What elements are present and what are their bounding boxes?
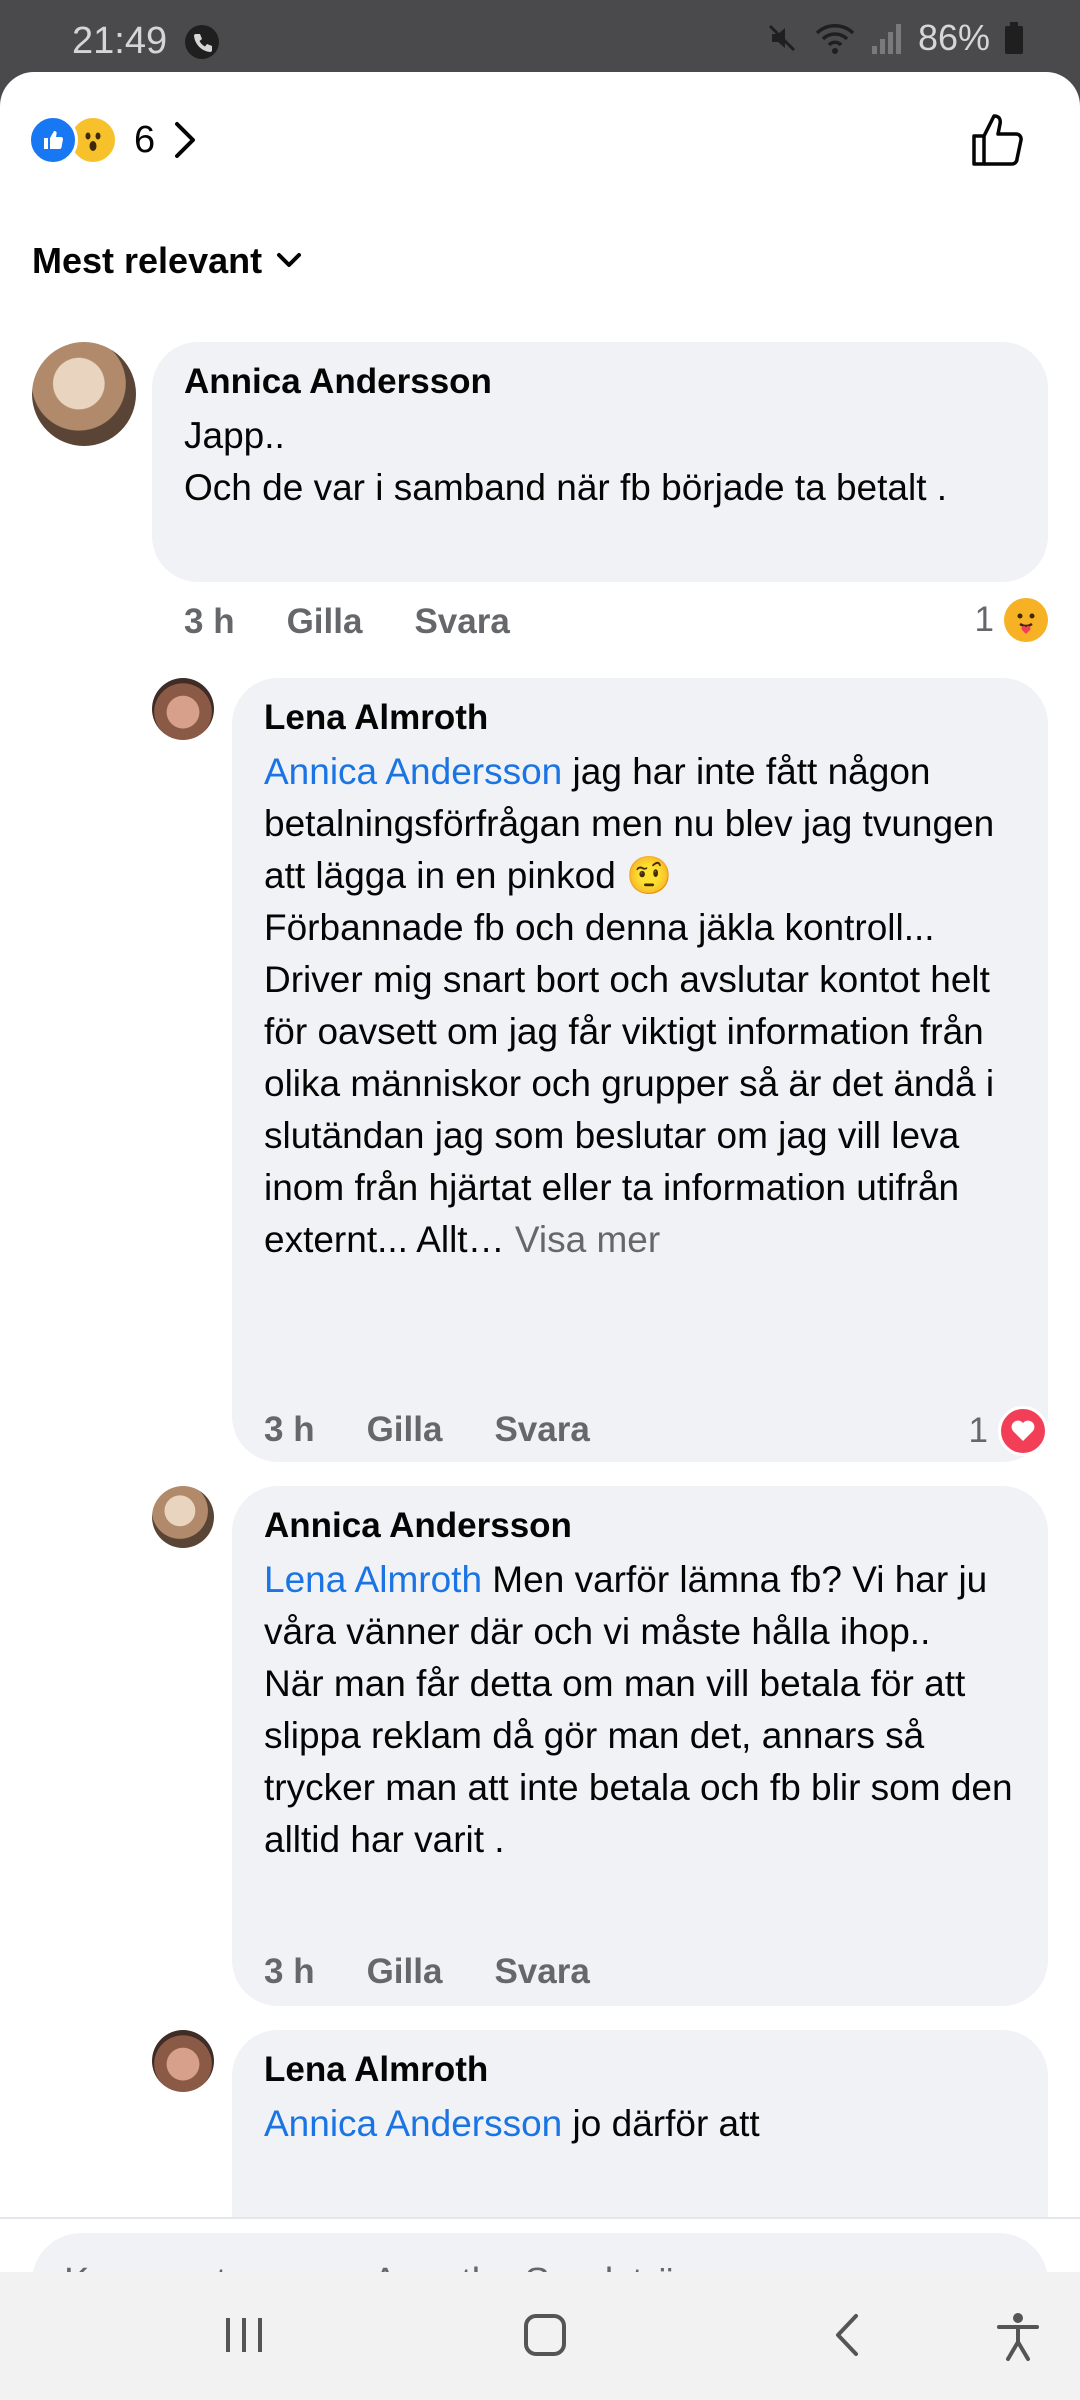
avatar[interactable] xyxy=(152,1486,214,1548)
comment-text: Annica Andersson jo därför att xyxy=(264,2098,1016,2150)
system-nav-bar xyxy=(0,2272,1080,2400)
battery-percent: 86% xyxy=(917,17,990,58)
reaction-count: 1 xyxy=(974,600,994,639)
comment-author[interactable]: Lena Almroth xyxy=(264,2050,1016,2090)
comment-actions: 3 h Gilla Svara xyxy=(184,602,510,642)
comment-reactions[interactable]: 1 xyxy=(975,598,1048,642)
comment-input[interactable]: Kommentera som Agnetha Sandström xyxy=(32,2233,1048,2272)
mention-link[interactable]: Annica Andersson xyxy=(264,2103,562,2144)
home-icon[interactable] xyxy=(522,2312,568,2358)
status-bar: 21:49 86% xyxy=(0,0,1080,72)
comment-actions: 3 h Gilla Svara xyxy=(264,1410,590,1450)
sort-dropdown[interactable]: Mest relevant xyxy=(32,240,302,282)
mention-link[interactable]: Lena Almroth xyxy=(264,1559,482,1600)
comments-sheet: 6 Mest relevant Annica Andersson Japp.. … xyxy=(0,72,1080,2272)
chevron-down-icon xyxy=(277,253,302,267)
comment-body: jag har inte fått någon betalningsförfrå… xyxy=(264,751,995,1260)
recent-apps-icon[interactable] xyxy=(222,2312,266,2358)
back-icon[interactable] xyxy=(832,2312,862,2358)
battery-icon xyxy=(1005,22,1023,54)
comment-actions: 3 h Gilla Svara xyxy=(264,1952,590,1992)
comment-author[interactable]: Annica Andersson xyxy=(264,1506,1016,1546)
chevron-right-icon xyxy=(175,122,196,158)
status-icons: 86% xyxy=(764,17,1024,58)
comment-author[interactable]: Lena Almroth xyxy=(264,698,1016,738)
comment-input-placeholder: Kommentera som Agnetha Sandström xyxy=(64,2261,708,2273)
signal-icon xyxy=(871,24,901,54)
avatar[interactable] xyxy=(152,2030,214,2092)
comment-author[interactable]: Annica Andersson xyxy=(184,362,1016,402)
status-time: 21:49 xyxy=(72,20,168,62)
reply-button[interactable]: Svara xyxy=(494,1952,589,1992)
reply-button[interactable]: Svara xyxy=(414,602,509,642)
reply-button[interactable]: Svara xyxy=(494,1410,589,1450)
mute-icon xyxy=(768,24,795,52)
like-button[interactable]: Gilla xyxy=(367,1952,443,1992)
like-thumb-icon[interactable] xyxy=(968,110,1028,170)
reactions-summary[interactable]: 6 xyxy=(28,112,197,168)
comment-time: 3 h xyxy=(264,1952,315,1991)
composer-bar: Kommentera som Agnetha Sandström xyxy=(0,2217,1080,2272)
wifi-icon xyxy=(815,24,855,54)
comment-text: Annica Andersson jag har inte fått någon… xyxy=(264,746,1016,1266)
love-reaction-icon xyxy=(998,1406,1048,1456)
call-icon xyxy=(185,25,219,59)
comment-time: 3 h xyxy=(184,602,235,641)
like-reaction-icon xyxy=(28,115,78,165)
avatar[interactable] xyxy=(152,678,214,740)
comment-bubble[interactable]: Annica Andersson Japp.. Och de var i sam… xyxy=(152,342,1048,582)
care-reaction-icon xyxy=(1004,598,1048,642)
comment-body: jo därför att xyxy=(562,2103,760,2144)
mention-link[interactable]: Annica Andersson xyxy=(264,751,562,792)
avatar[interactable] xyxy=(32,342,136,446)
comment-body: Men varför lämna fb? Vi har ju våra vänn… xyxy=(264,1559,1013,1860)
see-more-link[interactable]: Visa mer xyxy=(505,1219,660,1260)
like-button[interactable]: Gilla xyxy=(367,1410,443,1450)
reaction-count: 1 xyxy=(968,1411,988,1450)
accessibility-icon[interactable] xyxy=(996,2312,1040,2362)
comment-bubble[interactable]: Annica Andersson Lena Almroth Men varför… xyxy=(232,1486,1048,2006)
reaction-count: 6 xyxy=(134,118,156,161)
like-button[interactable]: Gilla xyxy=(287,602,363,642)
comment-text: Lena Almroth Men varför lämna fb? Vi har… xyxy=(264,1554,1016,1866)
comment-text: Japp.. Och de var i samband när fb börja… xyxy=(184,415,948,508)
comment-reactions[interactable]: 1 xyxy=(969,1406,1048,1456)
sort-label: Mest relevant xyxy=(32,240,263,281)
comment-bubble[interactable]: Lena Almroth Annica Andersson jag har in… xyxy=(232,678,1048,1462)
comment-time: 3 h xyxy=(264,1410,315,1449)
